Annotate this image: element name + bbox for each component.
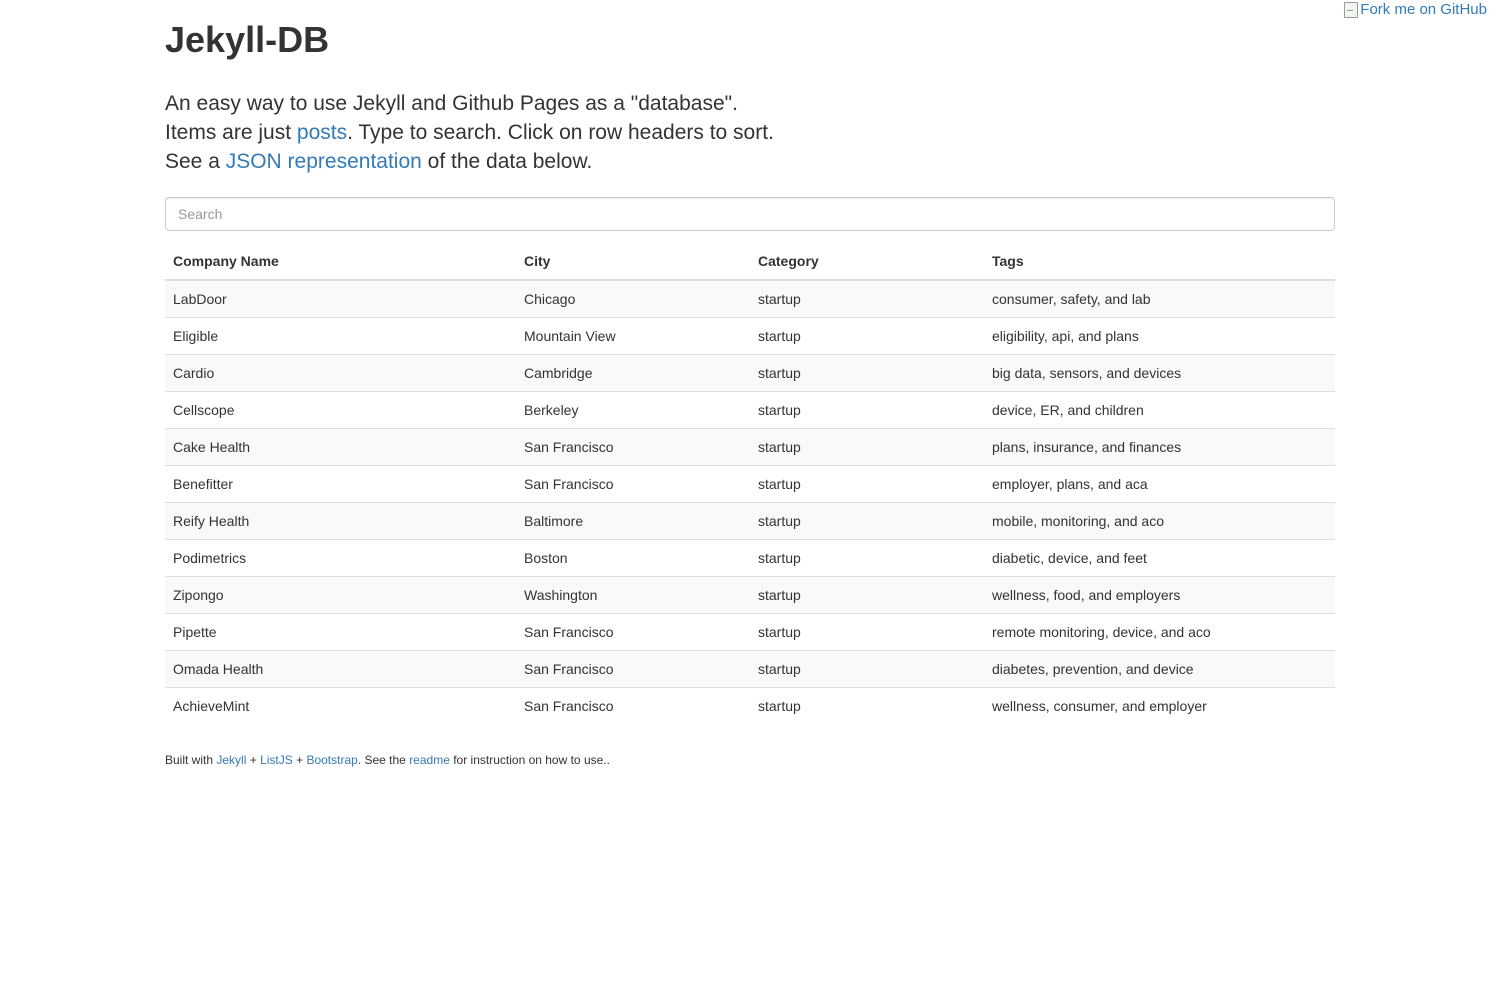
intro-text: An easy way to use Jekyll and Github Pag… [165, 89, 1335, 176]
cell-category: startup [750, 687, 984, 724]
listjs-link[interactable]: ListJS [260, 753, 293, 767]
cell-company-name: Reify Health [165, 502, 516, 540]
jekyll-link[interactable]: Jekyll [216, 753, 246, 767]
cell-city: San Francisco [516, 687, 750, 724]
cell-category: startup [750, 576, 984, 614]
cell-city: Cambridge [516, 354, 750, 392]
posts-link[interactable]: posts [297, 121, 347, 144]
cell-company-name: Eligible [165, 317, 516, 355]
cell-category: startup [750, 539, 984, 577]
cell-tags: remote monitoring, device, and aco [984, 613, 1335, 651]
table-row: Podimetrics Boston startup diabetic, device… [165, 539, 1335, 577]
fork-me-on-github-link[interactable]: Fork me on GitHub [1344, 0, 1487, 20]
cell-company-name: AchieveMint [165, 687, 516, 724]
cell-category: startup [750, 428, 984, 466]
search-wrapper [165, 197, 1335, 231]
cell-category: startup [750, 317, 984, 355]
broken-image-icon [1344, 2, 1359, 18]
fork-ribbon-alt-text: Fork me on GitHub [1360, 1, 1487, 18]
table-row: Benefitter San Francisco startup employer, … [165, 465, 1335, 503]
column-header-category[interactable]: Category [750, 242, 984, 281]
cell-company-name: Zipongo [165, 576, 516, 614]
table-row: Zipongo Washington startup wellness, food, … [165, 576, 1335, 614]
cell-tags: eligibility, api, and plans [984, 317, 1335, 355]
cell-company-name: Omada Health [165, 650, 516, 688]
cell-tags: diabetes, prevention, and device [984, 650, 1335, 688]
cell-city: San Francisco [516, 465, 750, 503]
cell-city: Boston [516, 539, 750, 577]
table-row: LabDoor Chicago startup consumer, safety, a… [165, 280, 1335, 318]
cell-category: startup [750, 650, 984, 688]
cell-company-name: Cardio [165, 354, 516, 392]
cell-category: startup [758, 291, 801, 307]
cell-tags: wellness, consumer, and employer [984, 687, 1335, 724]
cell-company-name: Cake Health [165, 428, 516, 466]
table-body: LabDoor Chicago startup consumer, safety, a… [165, 280, 1335, 724]
table-header: Company Name City Category Tags [165, 242, 1335, 281]
cell-category: startup [750, 391, 984, 429]
table-row: Cardio Cambridge startup big data, sensors,… [165, 354, 1335, 392]
cell-tags: diabetic, device, and feet [984, 539, 1335, 577]
search-input[interactable] [165, 197, 1335, 231]
footer: Built with Jekyll + ListJS + Bootstrap. … [165, 753, 610, 767]
cell-company-name: Benefitter [165, 465, 516, 503]
cell-tags: mobile, monitoring, and aco [984, 502, 1335, 540]
table-row: Eligible Mountain View startup eligibility,… [165, 317, 1335, 355]
cell-tags: consumer, safety, and lab [992, 291, 1151, 307]
cell-city: Berkeley [516, 391, 750, 429]
cell-company-name: Cellscope [165, 391, 516, 429]
cell-category: startup [750, 465, 984, 503]
column-header-city[interactable]: City [516, 242, 750, 281]
page-title: Jekyll-DB [165, 19, 330, 60]
cell-category: startup [750, 613, 984, 651]
cell-city: San Francisco [516, 613, 750, 651]
companies-table: Company Name City Category Tags LabDoor Chic… [165, 242, 1335, 724]
cell-tags: employer, plans, and aca [984, 465, 1335, 503]
cell-category: startup [750, 354, 984, 392]
table-row: Omada Health San Francisco startup diabetes… [165, 650, 1335, 688]
table-row: Reify Health Baltimore startup mobile, moni… [165, 502, 1335, 540]
cell-city: Washington [516, 576, 750, 614]
cell-city: Baltimore [516, 502, 750, 540]
bootstrap-link[interactable]: Bootstrap [306, 753, 357, 767]
table-row: Cellscope Berkeley startup device, ER, and … [165, 391, 1335, 429]
cell-tags: plans, insurance, and finances [984, 428, 1335, 466]
main-container: Jekyll-DB An easy way to use Jekyll and … [165, 0, 1335, 769]
cell-city: San Francisco [516, 428, 750, 466]
intro-line-1: An easy way to use Jekyll and Github Pag… [165, 92, 738, 115]
cell-tags: device, ER, and children [984, 391, 1335, 429]
cell-category: startup [750, 502, 984, 540]
cell-company-name: Pipette [165, 613, 516, 651]
intro-line-3: See a JSON representation of the data be… [165, 150, 593, 173]
column-header-tags[interactable]: Tags [984, 242, 1335, 281]
readme-link[interactable]: readme [409, 753, 450, 767]
json-representation-link[interactable]: JSON representation [226, 150, 422, 173]
cell-city: Chicago [524, 291, 576, 307]
intro-line-2: Items are just posts. Type to search. Cl… [165, 121, 774, 144]
table-header-row: Company Name City Category Tags [165, 242, 1335, 281]
cell-city: Mountain View [516, 317, 750, 355]
table-row: Cake Health San Francisco startup plans, in… [165, 428, 1335, 466]
table-row: AchieveMint San Francisco startup wellness,… [165, 687, 1335, 724]
cell-company-name: Podimetrics [165, 539, 516, 577]
cell-company-name: LabDoor [173, 291, 227, 307]
column-header-company-name[interactable]: Company Name [165, 242, 516, 281]
cell-tags: wellness, food, and employers [984, 576, 1335, 614]
cell-city: San Francisco [516, 650, 750, 688]
table-row: Pipette San Francisco startup remote monito… [165, 613, 1335, 651]
cell-tags: big data, sensors, and devices [984, 354, 1335, 392]
